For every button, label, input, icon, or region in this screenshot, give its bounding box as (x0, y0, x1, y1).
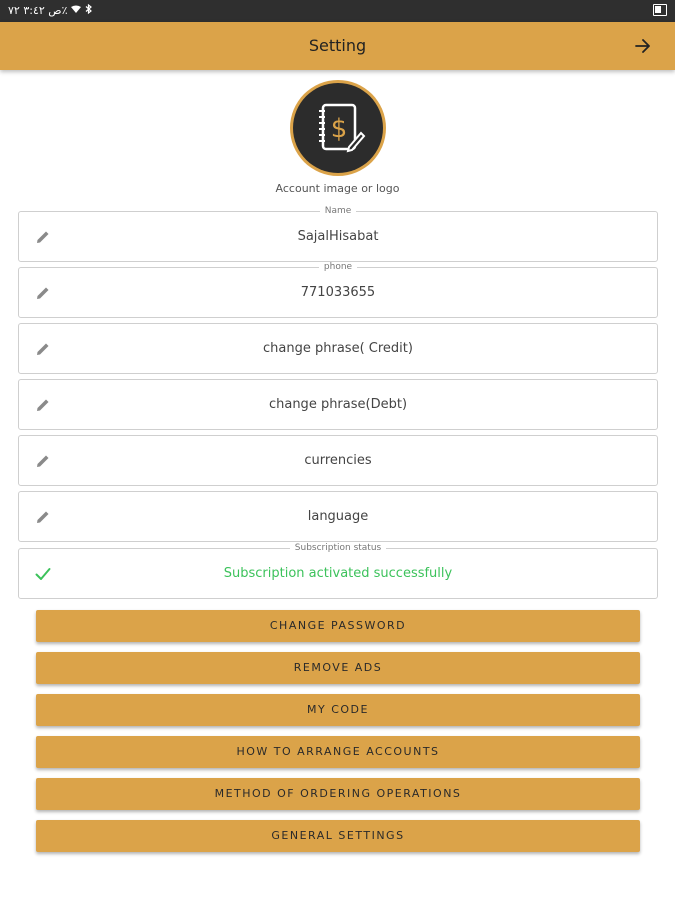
phone-field[interactable]: phone 771033655 (18, 262, 658, 318)
field-value: SajalHisabat (297, 229, 379, 244)
my-code-button[interactable]: MY CODE (36, 694, 640, 726)
logo-caption: Account image or logo (275, 182, 400, 195)
general-settings-button[interactable]: GENERAL SETTINGS (36, 820, 640, 852)
svg-text:$: $ (331, 114, 348, 144)
ordering-operations-button[interactable]: METHOD OF ORDERING OPERATIONS (36, 778, 640, 810)
field-value: currencies (304, 453, 372, 468)
bluetooth-icon (85, 3, 93, 17)
status-left: ص ٣:٤٢ ٧٢٪ (8, 3, 93, 17)
status-text: ص ٣:٤٢ ٧٢٪ (8, 4, 68, 17)
change-password-button[interactable]: CHANGE PASSWORD (36, 610, 640, 642)
status-bar: ص ٣:٤٢ ٧٢٪ (0, 0, 675, 22)
remove-ads-button[interactable]: REMOVE ADS (36, 652, 640, 684)
name-field[interactable]: Name SajalHisabat (18, 206, 658, 262)
account-logo[interactable]: $ (290, 80, 386, 176)
language-field[interactable]: language (18, 491, 658, 542)
field-legend: Subscription status (289, 543, 387, 553)
credit-phrase-field[interactable]: change phrase( Credit) (18, 323, 658, 374)
arrow-right-icon[interactable] (629, 32, 657, 60)
wifi-icon (71, 4, 82, 17)
field-legend: Name (319, 206, 357, 216)
notebook-dollar-pen-icon: $ (293, 83, 383, 173)
field-value: change phrase(Debt) (268, 397, 408, 412)
photo-icon (653, 4, 667, 16)
field-legend: phone (318, 262, 358, 272)
subscription-status-value: Subscription activated successfully (223, 566, 453, 581)
debt-phrase-field[interactable]: change phrase(Debt) (18, 379, 658, 430)
field-value: language (307, 509, 369, 524)
page-title: Setting (308, 36, 367, 55)
subscription-status-field: Subscription status Subscription activat… (18, 543, 658, 599)
field-value: 771033655 (300, 285, 376, 300)
currencies-field[interactable]: currencies (18, 435, 658, 486)
arrange-accounts-button[interactable]: HOW TO ARRANGE ACCOUNTS (36, 736, 640, 768)
app-bar: Setting (0, 22, 675, 70)
field-value: change phrase( Credit) (263, 341, 413, 356)
